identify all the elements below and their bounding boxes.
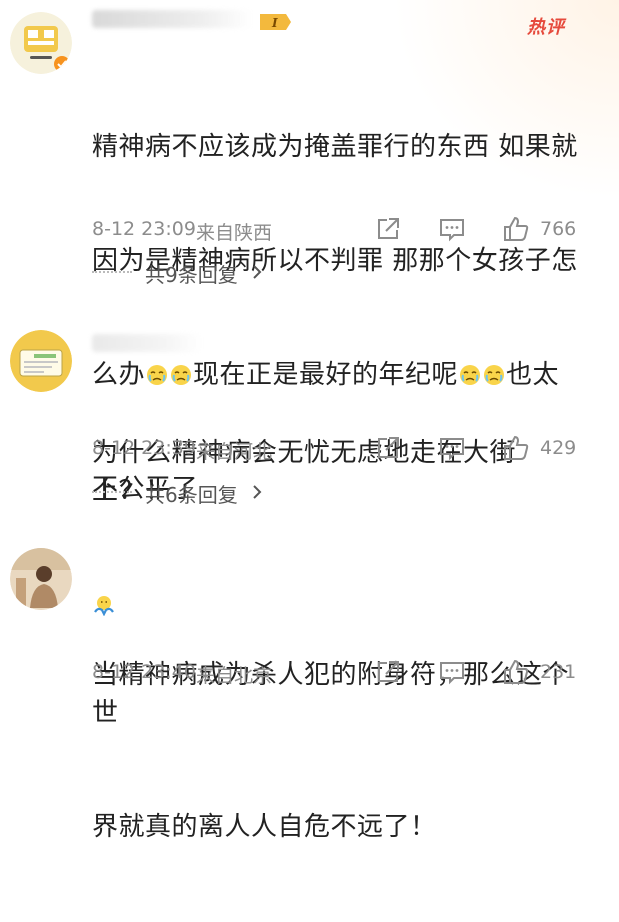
chevron-right-icon: [253, 265, 262, 279]
like-icon[interactable]: [502, 215, 530, 243]
replies-label: 共6条回复: [145, 483, 238, 507]
timestamp: 8-12 23:39: [92, 437, 196, 459]
avatar[interactable]: [10, 12, 72, 74]
comment-line: 精神病不应该成为掩盖罪行的东西 如果就: [92, 132, 578, 162]
chevron-right-icon: [253, 485, 262, 499]
comment-icon[interactable]: [438, 215, 466, 243]
comment-text: 当精神病成为杀人犯的附身符，那么这个世 界就真的离人人自危不远了！: [92, 580, 585, 922]
username-blurred[interactable]: [92, 334, 202, 352]
hot-comment-badge: 热评: [527, 17, 565, 38]
like-icon[interactable]: [502, 434, 530, 462]
timestamp: 8-12 23:40: [92, 661, 196, 683]
divider-dots: [92, 271, 132, 273]
location: 来自陕西: [196, 222, 273, 244]
location: 来自北京: [196, 665, 273, 687]
comment-icon[interactable]: [438, 658, 466, 686]
comment-meta: 8-12 23:39 来自河北 429: [92, 434, 579, 464]
comment-2: 为什么精神病会无忧无虑地走在大街上？！ 8-12 23:39 来自河北 429 …: [0, 320, 619, 616]
share-icon[interactable]: [374, 215, 402, 243]
like-count: 429: [540, 437, 577, 459]
comment-line: 界就真的离人人自危不远了！: [92, 812, 437, 842]
username-blurred[interactable]: [92, 10, 252, 28]
share-icon[interactable]: [374, 658, 402, 686]
like-count: 231: [540, 661, 577, 683]
replies-label: 共9条回复: [145, 263, 238, 287]
share-icon[interactable]: [374, 434, 402, 462]
svg-text:I: I: [271, 16, 278, 30]
comment-meta: 8-12 23:40 来自北京 231: [92, 658, 579, 688]
comment-meta: 8-12 23:09 来自陕西 766: [92, 215, 579, 245]
comment-3: 当精神病成为杀人犯的附身符，那么这个世 界就真的离人人自危不远了！ 8-12 2…: [0, 540, 619, 842]
comment-icon[interactable]: [438, 434, 466, 462]
location: 来自河北: [196, 441, 273, 463]
timestamp: 8-12 23:09: [92, 218, 196, 240]
like-icon[interactable]: [502, 658, 530, 686]
avatar[interactable]: [10, 548, 72, 610]
like-count: 766: [540, 218, 577, 240]
divider-dots: [92, 491, 132, 493]
member-level-badge: I: [260, 14, 291, 30]
avatar[interactable]: [10, 330, 72, 392]
comment-1: I 热评 精神病不应该成为掩盖罪行的东西 如果就 因为是精神病所以不判罪 那那个…: [0, 0, 619, 504]
